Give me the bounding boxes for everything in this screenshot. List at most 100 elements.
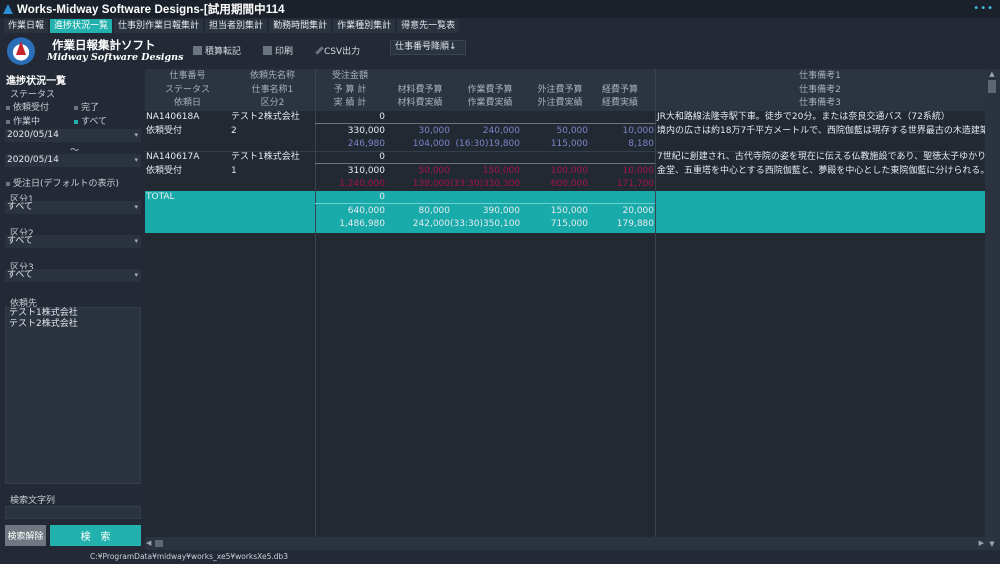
tab-staff-summary[interactable]: 担当者別集計	[205, 18, 268, 33]
row2-note2[interactable]: 金堂、五重塔を中心とする西院伽藍と、夢殿を中心とした東院伽藍に分けられる。	[657, 166, 985, 177]
row1-note2[interactable]: 境内の広さは約18万7千平方メートルで、西院伽藍は現存する世界最古の木造建築群	[657, 126, 985, 137]
row1-budget[interactable]: 330,000	[315, 126, 385, 137]
header-material-actual[interactable]: 材料費実績	[385, 98, 455, 109]
header-material-budget[interactable]: 材料費予算	[385, 85, 455, 96]
scroll-left-icon[interactable]: ◀	[146, 539, 151, 547]
row1-outsource-actual[interactable]: 115,000	[520, 139, 588, 150]
tab-hours-summary[interactable]: 勤務時間集計	[269, 18, 332, 33]
search-input[interactable]	[5, 506, 141, 519]
tab-bar: 作業日報 進捗状況一覧 仕事別作業日報集計 担当者別集計 勤務時間集計 作業種別…	[0, 18, 1000, 33]
row2-actual[interactable]: 1,240,000	[315, 179, 385, 190]
row2-job-name[interactable]: 1	[231, 166, 237, 177]
radio-done[interactable]: 完了	[74, 100, 99, 113]
row2-client[interactable]: テスト1株式会社	[231, 152, 300, 163]
tab-daily-report[interactable]: 作業日報	[4, 18, 49, 33]
header-job-name[interactable]: 仕事名称1	[230, 85, 315, 96]
print-button[interactable]: 印刷	[263, 44, 293, 57]
header-expense-actual[interactable]: 経費実績	[590, 98, 650, 109]
horizontal-scrollbar[interactable]: ◀ ▶	[145, 537, 985, 550]
kubun2-select[interactable]: すべて ▾	[5, 235, 141, 248]
row2-order[interactable]: 0	[315, 152, 385, 163]
row1-job-no[interactable]: NA140618A	[146, 112, 199, 123]
row2-outsource-actual[interactable]: 600,000	[520, 179, 588, 190]
row2-material-budget[interactable]: 50,000	[385, 166, 451, 177]
row2-note1[interactable]: 7世紀に創建され、古代寺院の姿を現在に伝える仏教施設であり、聖徳太子ゆかりの寺	[657, 152, 985, 163]
list-item[interactable]: テスト1株式会社	[6, 308, 140, 319]
sort-order-select[interactable]: 仕事番号降順↓	[390, 40, 466, 55]
row1-expense-budget[interactable]: 10,000	[588, 126, 655, 137]
status-bar: C:¥ProgramData¥midway¥works_xe5¥worksXe5…	[0, 550, 1000, 564]
scroll-thumb[interactable]	[155, 540, 163, 547]
header-status[interactable]: ステータス	[145, 85, 230, 96]
kubun3-select[interactable]: すべて ▾	[5, 269, 141, 282]
header-note1[interactable]: 仕事備考1	[655, 71, 985, 82]
list-item[interactable]: テスト2株式会社	[6, 319, 140, 330]
row1-expense-actual[interactable]: 8,180	[588, 139, 654, 150]
db-path: C:¥ProgramData¥midway¥works_xe5¥worksXe5…	[90, 552, 289, 561]
row1-work-budget[interactable]: 240,000	[450, 126, 520, 137]
pencil-icon	[315, 45, 324, 55]
total-order: 0	[379, 192, 385, 202]
scroll-thumb[interactable]	[988, 80, 996, 93]
row2-work-budget[interactable]: 150,000	[450, 166, 520, 177]
tab-work-type-summary[interactable]: 作業種別集計	[333, 18, 396, 33]
vertical-scrollbar[interactable]: ▲ ▼	[985, 69, 1000, 550]
clear-search-button[interactable]: 検索解除	[5, 525, 46, 546]
header-outsource-actual[interactable]: 外注費実績	[525, 98, 595, 109]
header-expense-budget[interactable]: 経費予算	[590, 85, 650, 96]
scroll-down-icon[interactable]: ▼	[988, 540, 996, 548]
row1-material-actual[interactable]: 104,000	[385, 139, 450, 150]
header-actual-total[interactable]: 実 績 計	[315, 98, 385, 109]
row1-note1[interactable]: JR大和路線法隆寺駅下車。徒歩で20分。または奈良交通バス（72系統）	[657, 112, 950, 123]
row2-expense-budget[interactable]: 10,000	[588, 166, 655, 177]
radio-working[interactable]: 作業中	[6, 114, 40, 127]
header-kubun2[interactable]: 区分2	[230, 98, 315, 109]
client-listbox[interactable]: テスト1株式会社 テスト2株式会社	[5, 307, 141, 484]
header-note2[interactable]: 仕事備考2	[655, 85, 985, 96]
row2-outsource-budget[interactable]: 100,000	[520, 166, 588, 177]
scroll-up-icon[interactable]: ▲	[988, 70, 996, 78]
header-request-date[interactable]: 依頼日	[145, 98, 230, 109]
header-note3[interactable]: 仕事備考3	[655, 98, 985, 109]
row2-work-actual[interactable]: (33:30)330,300	[450, 179, 520, 190]
row1-job-name[interactable]: 2	[231, 126, 237, 137]
row1-client[interactable]: テスト2株式会社	[231, 112, 300, 123]
total-work-actual: (33:30)350,100	[450, 219, 521, 229]
row2-job-no[interactable]: NA140617A	[146, 152, 199, 163]
row2-material-actual[interactable]: 138,000	[385, 179, 450, 190]
header-outsource-budget[interactable]: 外注費予算	[525, 85, 595, 96]
row2-expense-actual[interactable]: 171,700	[588, 179, 654, 190]
row2-budget[interactable]: 310,000	[315, 166, 385, 177]
window-menu-icon[interactable]: •••	[973, 3, 994, 14]
total-material-budget: 80,000	[418, 206, 451, 216]
row1-order[interactable]: 0	[315, 112, 385, 123]
date-from-picker[interactable]: 2020/05/14 ▾	[5, 129, 141, 142]
tab-job-summary[interactable]: 仕事別作業日報集計	[114, 18, 204, 33]
row1-actual[interactable]: 246,980	[315, 139, 385, 150]
total-label: TOTAL	[146, 192, 175, 202]
radio-all[interactable]: すべて	[74, 114, 107, 127]
row1-material-budget[interactable]: 30,000	[385, 126, 451, 137]
csv-export-button[interactable]: CSV出力	[315, 44, 360, 57]
row1-work-actual[interactable]: (16:30)19,800	[450, 139, 520, 150]
header-work-actual[interactable]: 作業費実績	[455, 98, 525, 109]
date-to-picker[interactable]: 2020/05/14 ▾	[5, 154, 141, 167]
row2-status[interactable]: 依頼受付	[146, 166, 182, 177]
row1-outsource-budget[interactable]: 50,000	[520, 126, 589, 137]
tab-progress-list[interactable]: 進捗状況一覧	[50, 18, 113, 33]
scroll-right-icon[interactable]: ▶	[979, 539, 984, 547]
search-button[interactable]: 検 索	[50, 525, 141, 546]
total-material-actual: 242,000	[412, 219, 450, 229]
header-work-budget[interactable]: 作業費予算	[455, 85, 525, 96]
header-order-amount[interactable]: 受注金額	[315, 71, 385, 82]
calculator-icon	[193, 45, 202, 55]
kubun1-select[interactable]: すべて ▾	[5, 201, 141, 214]
default-date-checkbox[interactable]: 受注日(デフォルトの表示)	[6, 176, 119, 189]
header-budget-total[interactable]: 予 算 計	[315, 85, 385, 96]
calc-transfer-button[interactable]: 積算転記	[193, 44, 241, 57]
header-job-no[interactable]: 仕事番号	[145, 71, 230, 82]
header-client-name[interactable]: 依頼先名称	[230, 71, 315, 82]
row1-status[interactable]: 依頼受付	[146, 126, 182, 137]
tab-client-list[interactable]: 得意先一覧表	[397, 18, 460, 33]
radio-accepted[interactable]: 依頼受付	[6, 100, 49, 113]
